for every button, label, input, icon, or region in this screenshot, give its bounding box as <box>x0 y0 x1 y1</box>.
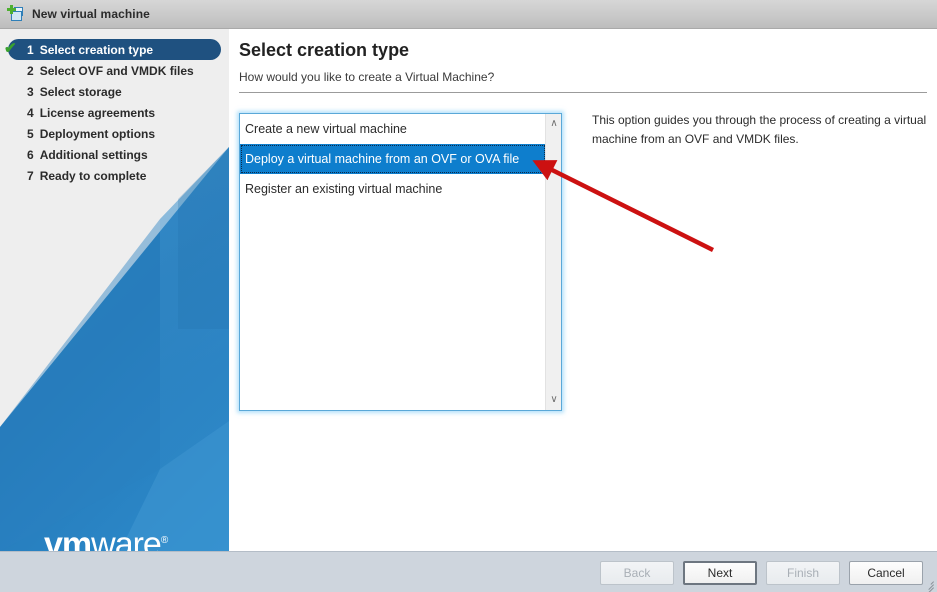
creation-type-list: Create a new virtual machine Deploy a vi… <box>240 114 546 204</box>
list-item-label: Create a new virtual machine <box>245 122 407 136</box>
sidebar-step-2-number: 2 <box>27 63 34 78</box>
header-divider <box>239 92 927 93</box>
sidebar-step-5[interactable]: 5 Deployment options <box>8 123 221 144</box>
sidebar-step-1[interactable]: ✔ 1 Select creation type <box>4 39 221 60</box>
sidebar-step-6-number: 6 <box>27 147 34 162</box>
sidebar-step-4-number: 4 <box>27 105 34 120</box>
sidebar-step-1-number: 1 <box>27 42 34 57</box>
sidebar-step-7-label: Ready to complete <box>39 168 147 183</box>
sidebar-step-2-label: Select OVF and VMDK files <box>39 63 194 78</box>
registered-trademark-icon: ® <box>160 535 168 546</box>
next-button[interactable]: Next <box>683 561 757 585</box>
sidebar-step-5-label: Deployment options <box>39 126 156 141</box>
resize-grip-icon[interactable] <box>922 577 934 592</box>
vmware-logo-ware: ware <box>91 525 162 551</box>
vmware-logo-vm: vm <box>44 525 92 551</box>
window-titlebar: New virtual machine <box>0 0 937 29</box>
sidebar-step-3-number: 3 <box>27 84 34 99</box>
check-icon: ✔ <box>4 40 17 57</box>
creation-type-listbox[interactable]: Create a new virtual machine Deploy a vi… <box>239 113 562 411</box>
footer-button-row: Back Next Finish Cancel <box>600 561 923 585</box>
listbox-scrollbar[interactable]: ∧ ∨ <box>545 114 561 410</box>
list-item-register-existing[interactable]: Register an existing virtual machine <box>240 174 546 204</box>
sidebar-step-4[interactable]: 4 License agreements <box>8 102 221 123</box>
list-item-label: Register an existing virtual machine <box>245 182 443 196</box>
wizard-content-pane: Select creation type How would you like … <box>229 29 937 551</box>
wizard-sidebar: ✔ 1 Select creation type 2 Select OVF an… <box>0 29 229 551</box>
sidebar-step-7-number: 7 <box>27 168 34 183</box>
chevron-up-icon[interactable]: ∧ <box>546 116 562 132</box>
sidebar-step-6-label: Additional settings <box>39 147 148 162</box>
vmware-logo: vmware® <box>44 524 168 551</box>
new-virtual-machine-wizard: New virtual machine ✔ 1 Select creation … <box>0 0 937 592</box>
sidebar-step-6[interactable]: 6 Additional settings <box>8 144 221 165</box>
page-subtitle: How would you like to create a Virtual M… <box>239 70 495 84</box>
back-button[interactable]: Back <box>600 561 674 585</box>
sidebar-step-3-label: Select storage <box>39 84 122 99</box>
new-virtual-machine-icon <box>7 5 25 23</box>
wizard-footer: Back Next Finish Cancel <box>0 551 937 592</box>
page-title: Select creation type <box>239 40 410 60</box>
window-title: New virtual machine <box>32 7 150 21</box>
list-item-label: Deploy a virtual machine from an OVF or … <box>245 152 520 166</box>
sidebar-step-5-number: 5 <box>27 126 34 141</box>
list-item-deploy-ovf[interactable]: Deploy a virtual machine from an OVF or … <box>240 144 546 174</box>
cancel-button[interactable]: Cancel <box>849 561 923 585</box>
wizard-step-list: ✔ 1 Select creation type 2 Select OVF an… <box>0 29 229 186</box>
sidebar-step-4-label: License agreements <box>39 105 156 120</box>
sidebar-step-1-label: Select creation type <box>39 42 154 57</box>
finish-button[interactable]: Finish <box>766 561 840 585</box>
creation-type-description: This option guides you through the proce… <box>592 113 927 146</box>
sidebar-step-2[interactable]: 2 Select OVF and VMDK files <box>8 60 221 81</box>
chevron-down-icon[interactable]: ∨ <box>546 392 562 408</box>
sidebar-step-7[interactable]: 7 Ready to complete <box>8 165 221 186</box>
sidebar-step-3[interactable]: 3 Select storage <box>8 81 221 102</box>
list-item-create-new[interactable]: Create a new virtual machine <box>240 114 546 144</box>
